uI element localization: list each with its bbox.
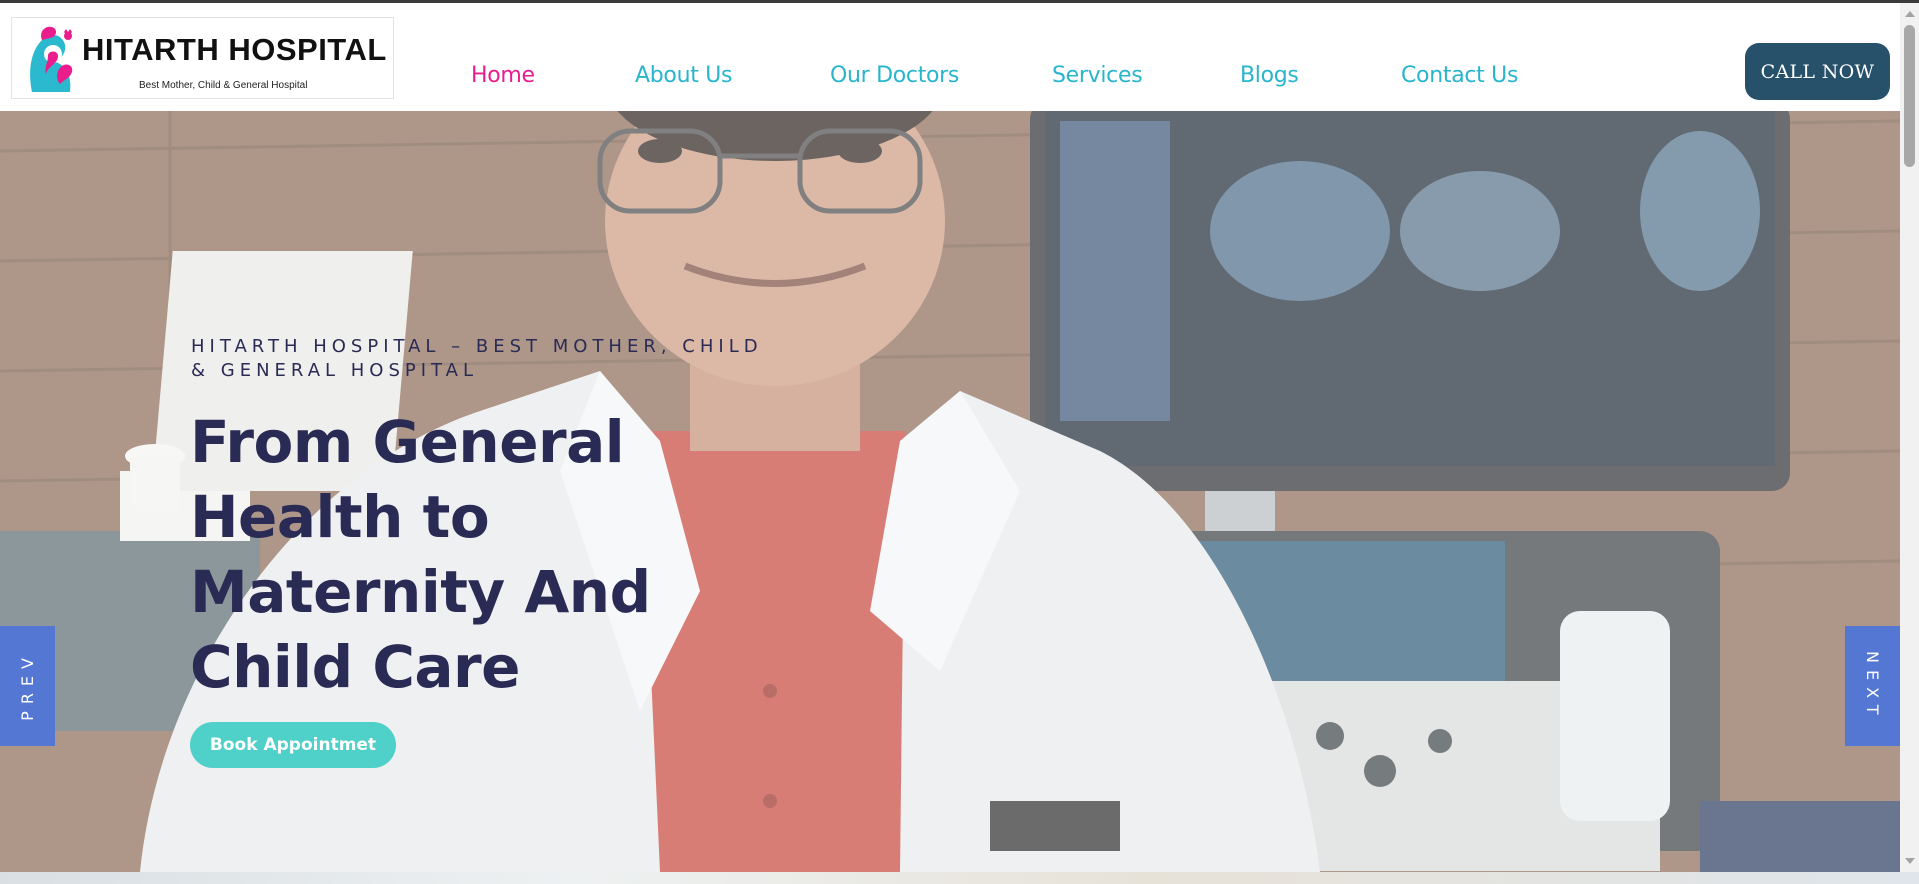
- nav-item-blogs[interactable]: Blogs: [1240, 63, 1299, 88]
- slider-next-label: NEXT: [1863, 650, 1882, 722]
- logo-title: HITARTH HOSPITAL: [82, 32, 387, 67]
- site-logo[interactable]: HITARTH HOSPITAL Best Mother, Child & Ge…: [11, 17, 394, 99]
- call-now-button[interactable]: CALL NOW: [1745, 43, 1890, 100]
- book-appointment-button[interactable]: Book Appointmet: [190, 722, 396, 768]
- nav-item-about-us[interactable]: About Us: [635, 63, 733, 88]
- scrollbar-thumb[interactable]: [1904, 25, 1915, 167]
- slider-next-button[interactable]: NEXT: [1845, 626, 1900, 746]
- scroll-up-arrow-icon[interactable]: [1905, 11, 1915, 17]
- site-header: HITARTH HOSPITAL Best Mother, Child & Ge…: [0, 3, 1900, 111]
- hero-title: From General Health to Maternity And Chi…: [190, 408, 651, 701]
- hero-slider: HITARTH HOSPITAL – BEST MOTHER, CHILD & …: [0, 111, 1900, 872]
- nav-item-our-doctors[interactable]: Our Doctors: [830, 63, 959, 88]
- nav-item-contact-us[interactable]: Contact Us: [1401, 63, 1518, 88]
- page-scrollbar[interactable]: [1900, 3, 1919, 872]
- slider-prev-label: PREV: [18, 651, 37, 721]
- nav-item-home[interactable]: Home: [471, 63, 535, 88]
- scroll-down-arrow-icon[interactable]: [1905, 858, 1915, 864]
- mother-child-logo-icon: [30, 26, 73, 92]
- next-section-peek: [0, 872, 1919, 884]
- slider-prev-button[interactable]: PREV: [0, 626, 55, 746]
- hero-eyebrow: HITARTH HOSPITAL – BEST MOTHER, CHILD & …: [191, 336, 763, 381]
- nav-item-services[interactable]: Services: [1052, 63, 1143, 88]
- logo-subtitle: Best Mother, Child & General Hospital: [139, 80, 308, 91]
